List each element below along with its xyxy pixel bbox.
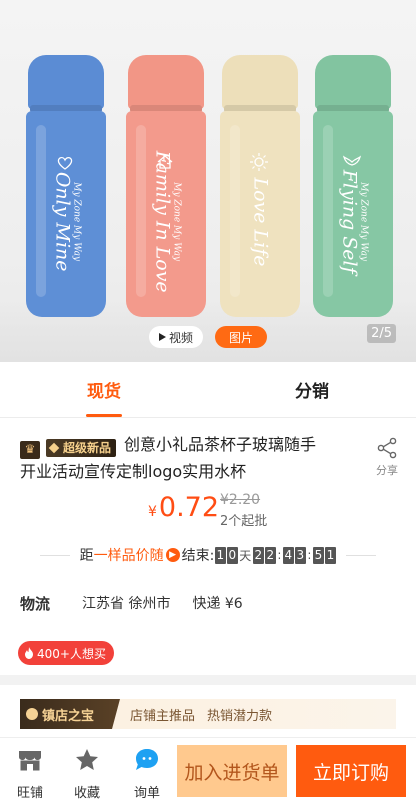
play-icon (158, 333, 166, 341)
seconds-digit-1: 5 (312, 546, 324, 564)
inquiry-label: 询单 (133, 786, 160, 801)
treasure-text-1: 店铺主推品 (130, 708, 196, 724)
chat-bubble-icon (136, 749, 158, 770)
flame-icon (25, 647, 33, 659)
day-unit: 天 (239, 548, 252, 563)
crown-badge-icon: ♛ (20, 440, 40, 459)
hours-digit-1: 2 (252, 546, 264, 564)
hours-digit-2: 2 (264, 546, 276, 564)
arrow-right-icon[interactable]: ▶ (165, 548, 180, 562)
section-divider (0, 675, 416, 685)
original-price: ¥2.20 (220, 492, 261, 508)
bottle-blue: My Zone My Way Only Mine (26, 55, 106, 317)
video-label: 视频 (168, 330, 193, 345)
treasure-text-2: 热销潜力款 (207, 708, 273, 724)
logistics-row[interactable]: 物流 江苏省 徐州市 快递 ¥6 (20, 592, 396, 614)
countdown-highlight[interactable]: 一样品价随 (94, 545, 164, 565)
minutes-digit-1: 4 (282, 546, 294, 564)
countdown-prefix: 距 (79, 548, 94, 564)
add-to-cart-button[interactable]: 加入进货单 (177, 745, 287, 797)
share-label: 分享 (376, 464, 398, 477)
favorite-label: 收藏 (73, 786, 100, 801)
product-image-gallery[interactable]: My Zone My Way Only Mine My Zone My Way … (0, 0, 416, 362)
favorite-button[interactable]: 收藏 (65, 748, 109, 801)
tab-distribution[interactable]: 分销 (208, 362, 416, 417)
price-value: 0.72 (158, 492, 220, 523)
logistics-origin: 江苏省 徐州市 (82, 596, 171, 612)
days-digit-1: 1 (214, 546, 226, 564)
bottle-cream: Love Life (220, 55, 300, 317)
bottom-action-bar: 旺铺 收藏 询单 加入进货单 立即订购 (0, 737, 416, 804)
currency-symbol: ¥ (148, 504, 157, 520)
sample-price-countdown: 距 一样品价随 ▶ 结束: 10 天 22 : 43 : 51 (20, 545, 396, 565)
image-tab-button[interactable]: 图片 (215, 326, 267, 348)
logistics-shipping: 快递 ¥6 (192, 596, 243, 612)
bottle-green: My Zone My Way Flying Self (313, 55, 393, 317)
want-to-buy-badge: 400+人想买 (18, 641, 114, 665)
minutes-digit-2: 3 (294, 546, 306, 564)
super-new-badge: 超级新品 (46, 439, 117, 457)
share-button[interactable]: 分享 (372, 437, 402, 478)
title-line-1: 创意小礼品茶杯子玻璃随手 (124, 435, 317, 454)
seconds-digit-2: 1 (324, 546, 336, 564)
divider-left (39, 554, 70, 556)
bottle-big-text: Flying Self (338, 170, 361, 274)
logistics-label: 物流 (20, 594, 51, 613)
shop-label: 旺铺 (16, 786, 43, 801)
image-counter: 2/5 (367, 324, 396, 343)
store-icon (19, 751, 41, 771)
star-icon (76, 749, 98, 770)
buy-now-button[interactable]: 立即订购 (296, 745, 406, 797)
inquiry-button[interactable]: 询单 (125, 748, 169, 801)
share-icon (377, 437, 397, 459)
shop-treasure-banner[interactable]: 镇店之宝 店铺主推品 热销潜力款 (20, 699, 396, 729)
shop-button[interactable]: 旺铺 (8, 748, 52, 801)
bottle-big-text: Only Mine (51, 172, 74, 272)
treasure-tag: 镇店之宝 (20, 699, 120, 729)
bottle-pink: My Zone My Way Family In Love (126, 55, 206, 317)
image-label: 图片 (228, 330, 253, 345)
purchase-mode-tabs: 现货 分销 (0, 362, 416, 418)
current-price: ¥ 0.72 (148, 492, 219, 523)
want-to-buy-text: 400+人想买 (37, 646, 106, 661)
bottle-big-text: Family In Love (151, 151, 174, 293)
divider-right (346, 554, 377, 556)
bottle-big-text: Love Life (249, 177, 272, 267)
minimum-order: 2个起批 (220, 514, 268, 529)
title-line-2: 开业活动宣传定制logo实用水杯 (20, 461, 247, 481)
diamond-icon (48, 442, 60, 454)
product-title: ♛ 超级新品 创意小礼品茶杯子玻璃随手 开业活动宣传定制logo实用水杯 (20, 432, 356, 484)
gem-icon (26, 708, 38, 720)
countdown-suffix: 结束: (181, 548, 215, 564)
days-digit-2: 0 (226, 546, 238, 564)
price-block: ¥ 0.72 ¥2.20 2个起批 (148, 492, 267, 532)
video-tab-button[interactable]: 视频 (149, 326, 203, 348)
tab-in-stock[interactable]: 现货 (0, 362, 208, 417)
